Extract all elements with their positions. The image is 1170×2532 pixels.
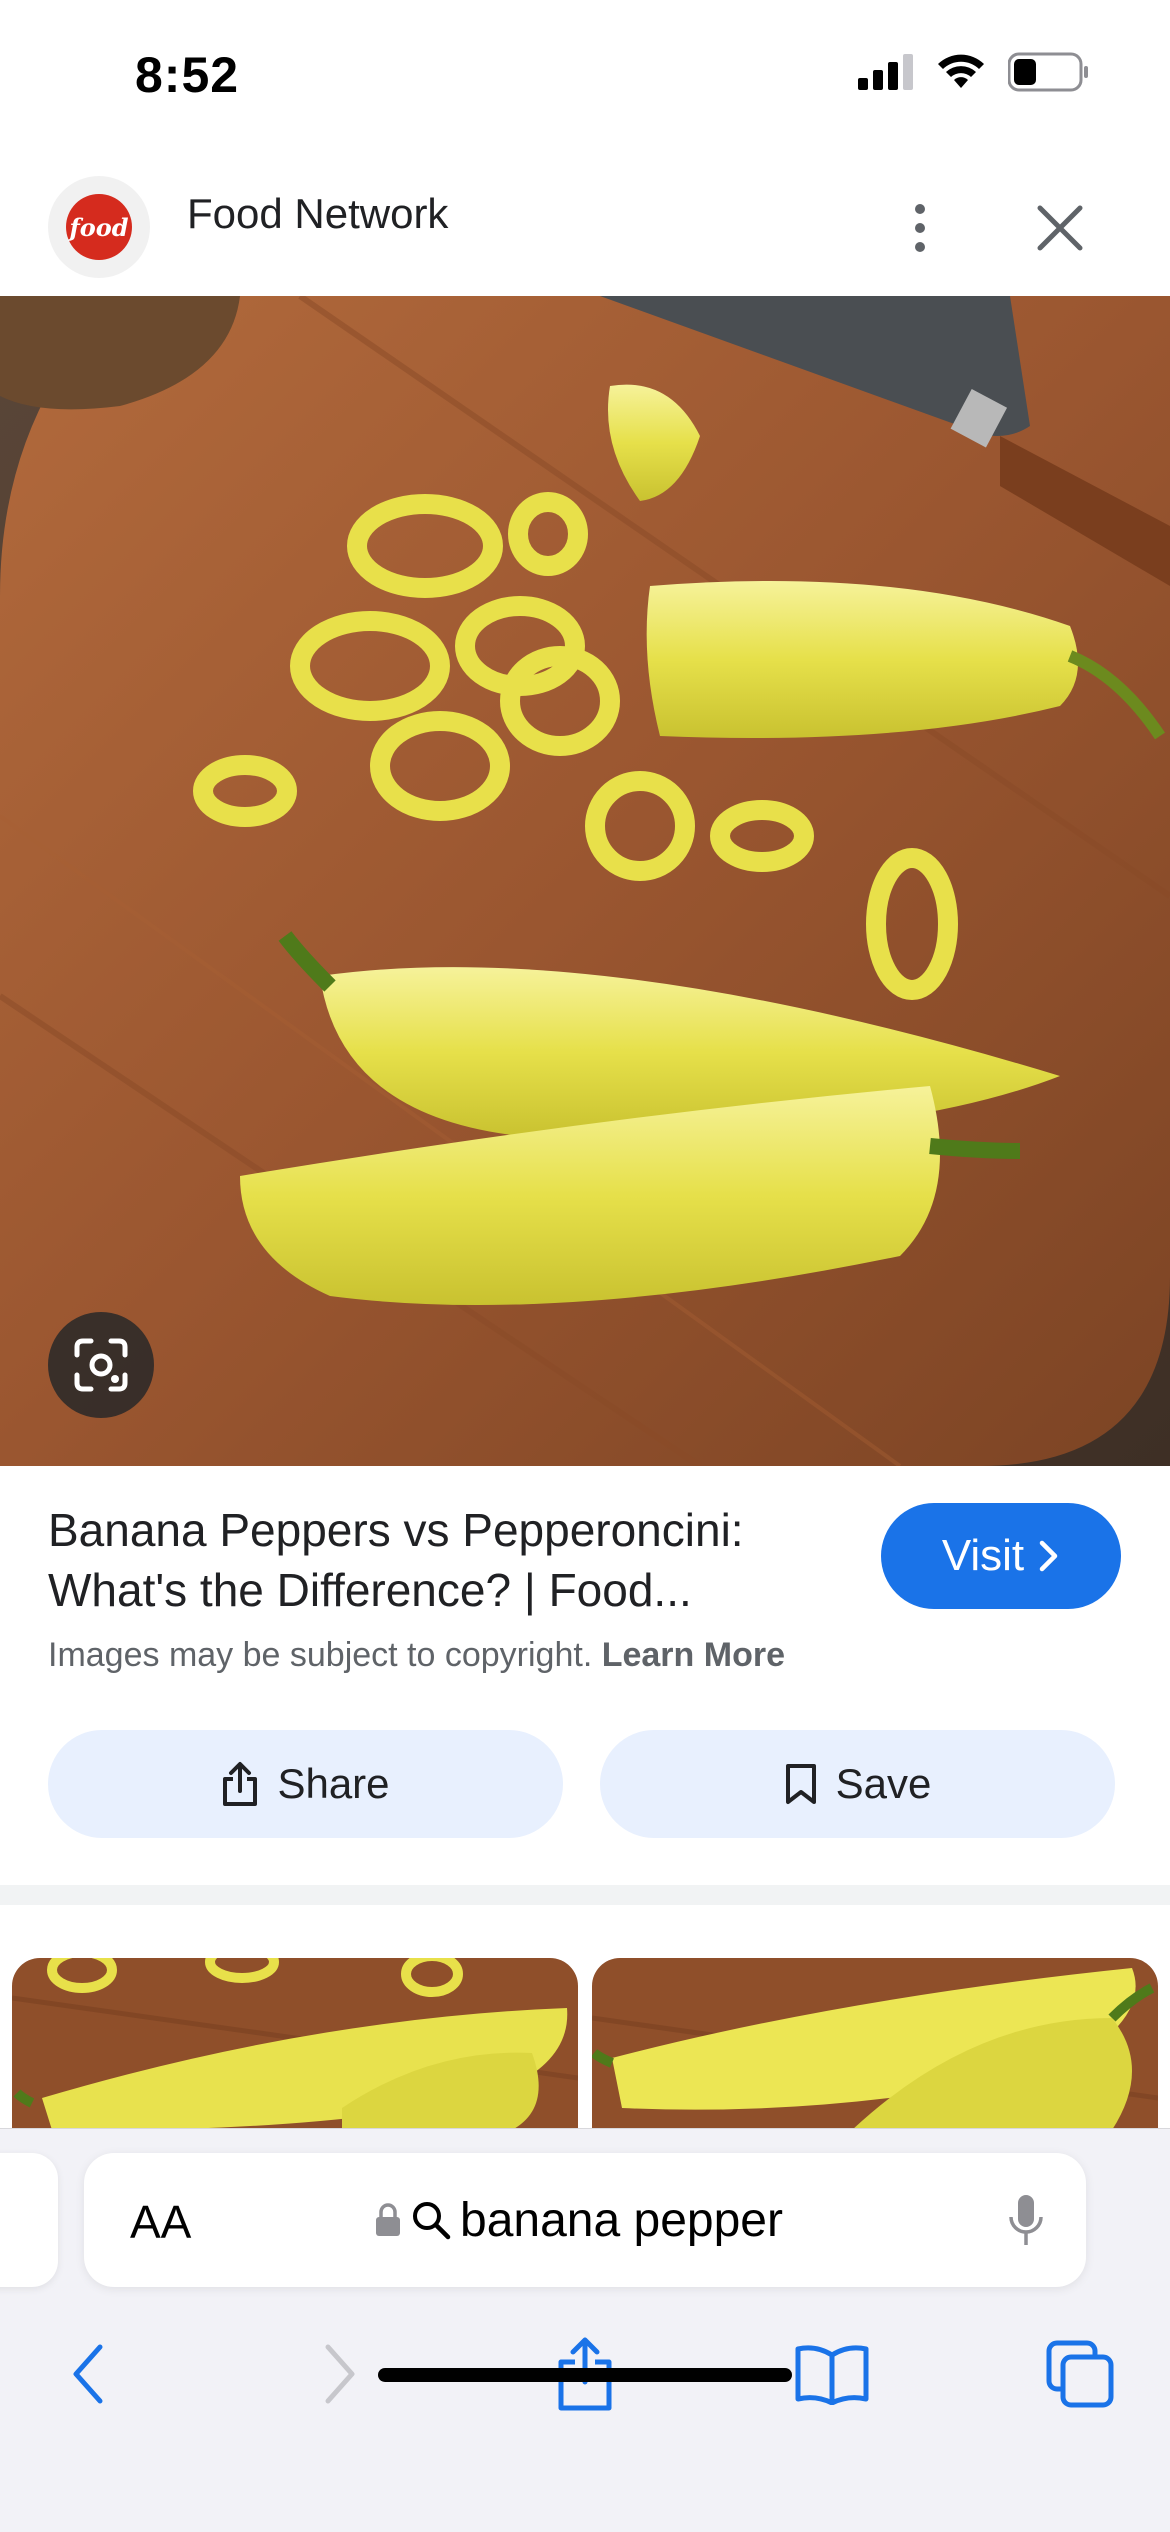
page-settings-button[interactable]: AA: [130, 2195, 191, 2249]
save-label: Save: [835, 1760, 932, 1807]
google-lens-icon[interactable]: [48, 1312, 154, 1418]
banana-peppers-photo: [0, 296, 1170, 1466]
microphone-icon[interactable]: [1008, 2193, 1044, 2249]
save-button[interactable]: Save: [600, 1730, 1115, 1838]
status-bar: 8:52: [0, 0, 1170, 150]
share-icon: [223, 1762, 258, 1806]
food-network-logo: food: [66, 194, 132, 260]
forward-icon[interactable]: [290, 2319, 390, 2429]
share-button[interactable]: Share: [48, 1730, 563, 1838]
chevron-right-icon: [1039, 1540, 1058, 1572]
search-icon: [413, 2202, 451, 2240]
battery-icon: [1008, 52, 1088, 92]
bookmark-icon: [785, 1764, 816, 1804]
back-icon[interactable]: [38, 2319, 138, 2429]
related-image-thumbnail[interactable]: [12, 1958, 578, 2130]
url-text: banana pepper: [460, 2193, 783, 2247]
result-header: food Food Network: [0, 160, 1170, 295]
url-display[interactable]: banana pepper: [374, 2185, 783, 2255]
copyright-notice: Images may be subject to copyright. Lear…: [48, 1636, 785, 1675]
more-vert-icon[interactable]: [890, 180, 950, 275]
share-label: Share: [277, 1760, 390, 1807]
learn-more-link[interactable]: Learn More: [602, 1636, 785, 1674]
address-bar[interactable]: AA banana pepper: [84, 2153, 1086, 2287]
result-image[interactable]: [0, 296, 1170, 1466]
tabs-icon[interactable]: [1030, 2319, 1130, 2429]
safari-bottom-bar: AA banana pepper: [0, 2128, 1170, 2532]
section-divider: [0, 1885, 1170, 1905]
wifi-icon: [938, 54, 984, 88]
cellular-signal-icon: [858, 54, 913, 90]
status-time: 8:52: [135, 47, 240, 103]
status-icons: [858, 52, 1090, 92]
site-logo[interactable]: food: [48, 176, 150, 278]
site-name[interactable]: Food Network: [187, 190, 448, 238]
bookmarks-icon[interactable]: [782, 2319, 882, 2429]
copyright-text: Images may be subject to copyright.: [48, 1636, 593, 1674]
visit-button[interactable]: Visit: [881, 1503, 1121, 1609]
related-image-thumbnail[interactable]: [592, 1958, 1158, 2130]
previous-tab-peek[interactable]: [0, 2153, 58, 2287]
home-indicator: [378, 2368, 792, 2382]
lock-icon: [376, 2203, 400, 2236]
result-title[interactable]: Banana Peppers vs Pepperoncini: What's t…: [48, 1500, 838, 1620]
close-icon[interactable]: [1030, 190, 1090, 265]
visit-label: Visit: [941, 1531, 1025, 1580]
